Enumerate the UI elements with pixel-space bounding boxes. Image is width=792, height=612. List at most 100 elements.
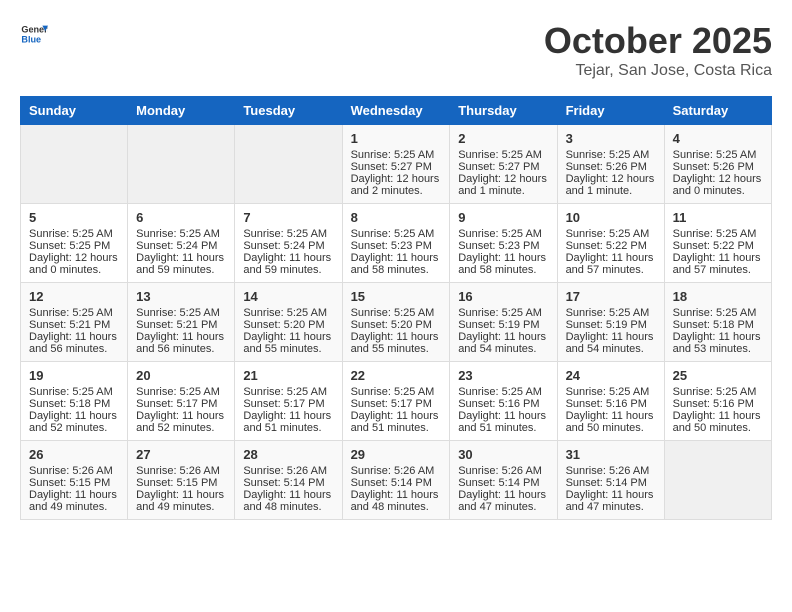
sunrise-text: Sunrise: 5:25 AM [136,307,220,319]
daylight-text: Daylight: 11 hours and 51 minutes. [351,410,439,434]
day-number: 10 [566,210,656,225]
weekday-header-monday: Monday [128,97,235,125]
calendar-cell: 16 Sunrise: 5:25 AM Sunset: 5:19 PM Dayl… [450,283,557,362]
sunrise-text: Sunrise: 5:25 AM [566,149,650,161]
weekday-header-thursday: Thursday [450,97,557,125]
calendar-week-row: 26 Sunrise: 5:26 AM Sunset: 5:15 PM Dayl… [21,441,772,520]
sunrise-text: Sunrise: 5:26 AM [458,465,542,477]
calendar-cell: 22 Sunrise: 5:25 AM Sunset: 5:17 PM Dayl… [342,362,450,441]
daylight-text: Daylight: 11 hours and 58 minutes. [458,252,546,276]
sunset-text: Sunset: 5:15 PM [29,477,110,489]
calendar-cell: 18 Sunrise: 5:25 AM Sunset: 5:18 PM Dayl… [664,283,771,362]
sunset-text: Sunset: 5:17 PM [351,398,432,410]
weekday-header-row: SundayMondayTuesdayWednesdayThursdayFrid… [21,97,772,125]
daylight-text: Daylight: 11 hours and 51 minutes. [458,410,546,434]
calendar-table: SundayMondayTuesdayWednesdayThursdayFrid… [20,96,772,520]
logo-icon: General Blue [20,20,48,48]
day-number: 21 [243,368,333,383]
calendar-cell: 6 Sunrise: 5:25 AM Sunset: 5:24 PM Dayli… [128,204,235,283]
weekday-header-wednesday: Wednesday [342,97,450,125]
calendar-cell: 11 Sunrise: 5:25 AM Sunset: 5:22 PM Dayl… [664,204,771,283]
sunset-text: Sunset: 5:25 PM [29,240,110,252]
day-number: 1 [351,131,442,146]
day-number: 3 [566,131,656,146]
sunset-text: Sunset: 5:22 PM [566,240,647,252]
calendar-cell [128,125,235,204]
calendar-cell: 27 Sunrise: 5:26 AM Sunset: 5:15 PM Dayl… [128,441,235,520]
calendar-cell: 2 Sunrise: 5:25 AM Sunset: 5:27 PM Dayli… [450,125,557,204]
daylight-text: Daylight: 11 hours and 54 minutes. [566,331,654,355]
daylight-text: Daylight: 11 hours and 55 minutes. [243,331,331,355]
sunset-text: Sunset: 5:26 PM [566,161,647,173]
sunset-text: Sunset: 5:16 PM [566,398,647,410]
calendar-cell: 25 Sunrise: 5:25 AM Sunset: 5:16 PM Dayl… [664,362,771,441]
sunrise-text: Sunrise: 5:25 AM [458,386,542,398]
sunset-text: Sunset: 5:19 PM [458,319,539,331]
day-number: 23 [458,368,548,383]
sunrise-text: Sunrise: 5:25 AM [243,228,327,240]
weekday-header-sunday: Sunday [21,97,128,125]
daylight-text: Daylight: 11 hours and 51 minutes. [243,410,331,434]
sunset-text: Sunset: 5:21 PM [136,319,217,331]
sunrise-text: Sunrise: 5:26 AM [136,465,220,477]
daylight-text: Daylight: 11 hours and 57 minutes. [566,252,654,276]
sunrise-text: Sunrise: 5:25 AM [351,307,435,319]
daylight-text: Daylight: 11 hours and 59 minutes. [136,252,224,276]
sunset-text: Sunset: 5:20 PM [351,319,432,331]
sunset-text: Sunset: 5:15 PM [136,477,217,489]
sunrise-text: Sunrise: 5:25 AM [673,149,757,161]
sunset-text: Sunset: 5:18 PM [29,398,110,410]
day-number: 20 [136,368,226,383]
calendar-cell: 31 Sunrise: 5:26 AM Sunset: 5:14 PM Dayl… [557,441,664,520]
daylight-text: Daylight: 11 hours and 50 minutes. [673,410,761,434]
calendar-cell: 13 Sunrise: 5:25 AM Sunset: 5:21 PM Dayl… [128,283,235,362]
sunset-text: Sunset: 5:14 PM [566,477,647,489]
calendar-cell [664,441,771,520]
calendar-cell: 5 Sunrise: 5:25 AM Sunset: 5:25 PM Dayli… [21,204,128,283]
calendar-cell: 9 Sunrise: 5:25 AM Sunset: 5:23 PM Dayli… [450,204,557,283]
sunset-text: Sunset: 5:21 PM [29,319,110,331]
sunrise-text: Sunrise: 5:25 AM [29,307,113,319]
month-title: October 2025 [544,20,772,62]
day-number: 8 [351,210,442,225]
sunrise-text: Sunrise: 5:25 AM [566,386,650,398]
title-block: October 2025 Tejar, San Jose, Costa Rica [544,20,772,80]
calendar-cell: 23 Sunrise: 5:25 AM Sunset: 5:16 PM Dayl… [450,362,557,441]
calendar-cell [235,125,342,204]
day-number: 27 [136,447,226,462]
calendar-cell: 4 Sunrise: 5:25 AM Sunset: 5:26 PM Dayli… [664,125,771,204]
sunset-text: Sunset: 5:24 PM [136,240,217,252]
day-number: 25 [673,368,763,383]
daylight-text: Daylight: 11 hours and 52 minutes. [136,410,224,434]
daylight-text: Daylight: 11 hours and 50 minutes. [566,410,654,434]
day-number: 26 [29,447,119,462]
sunset-text: Sunset: 5:17 PM [243,398,324,410]
day-number: 17 [566,289,656,304]
sunrise-text: Sunrise: 5:25 AM [136,228,220,240]
daylight-text: Daylight: 11 hours and 54 minutes. [458,331,546,355]
daylight-text: Daylight: 11 hours and 49 minutes. [29,489,117,513]
sunset-text: Sunset: 5:17 PM [136,398,217,410]
day-number: 4 [673,131,763,146]
calendar-cell: 26 Sunrise: 5:26 AM Sunset: 5:15 PM Dayl… [21,441,128,520]
calendar-week-row: 12 Sunrise: 5:25 AM Sunset: 5:21 PM Dayl… [21,283,772,362]
day-number: 18 [673,289,763,304]
sunrise-text: Sunrise: 5:25 AM [673,307,757,319]
sunrise-text: Sunrise: 5:26 AM [243,465,327,477]
calendar-cell: 3 Sunrise: 5:25 AM Sunset: 5:26 PM Dayli… [557,125,664,204]
sunrise-text: Sunrise: 5:25 AM [29,228,113,240]
sunrise-text: Sunrise: 5:25 AM [136,386,220,398]
location: Tejar, San Jose, Costa Rica [544,62,772,80]
day-number: 22 [351,368,442,383]
daylight-text: Daylight: 11 hours and 53 minutes. [673,331,761,355]
daylight-text: Daylight: 11 hours and 58 minutes. [351,252,439,276]
day-number: 30 [458,447,548,462]
calendar-cell: 14 Sunrise: 5:25 AM Sunset: 5:20 PM Dayl… [235,283,342,362]
day-number: 6 [136,210,226,225]
daylight-text: Daylight: 11 hours and 52 minutes. [29,410,117,434]
day-number: 24 [566,368,656,383]
sunrise-text: Sunrise: 5:25 AM [673,228,757,240]
sunset-text: Sunset: 5:26 PM [673,161,754,173]
sunrise-text: Sunrise: 5:25 AM [243,307,327,319]
sunset-text: Sunset: 5:24 PM [243,240,324,252]
